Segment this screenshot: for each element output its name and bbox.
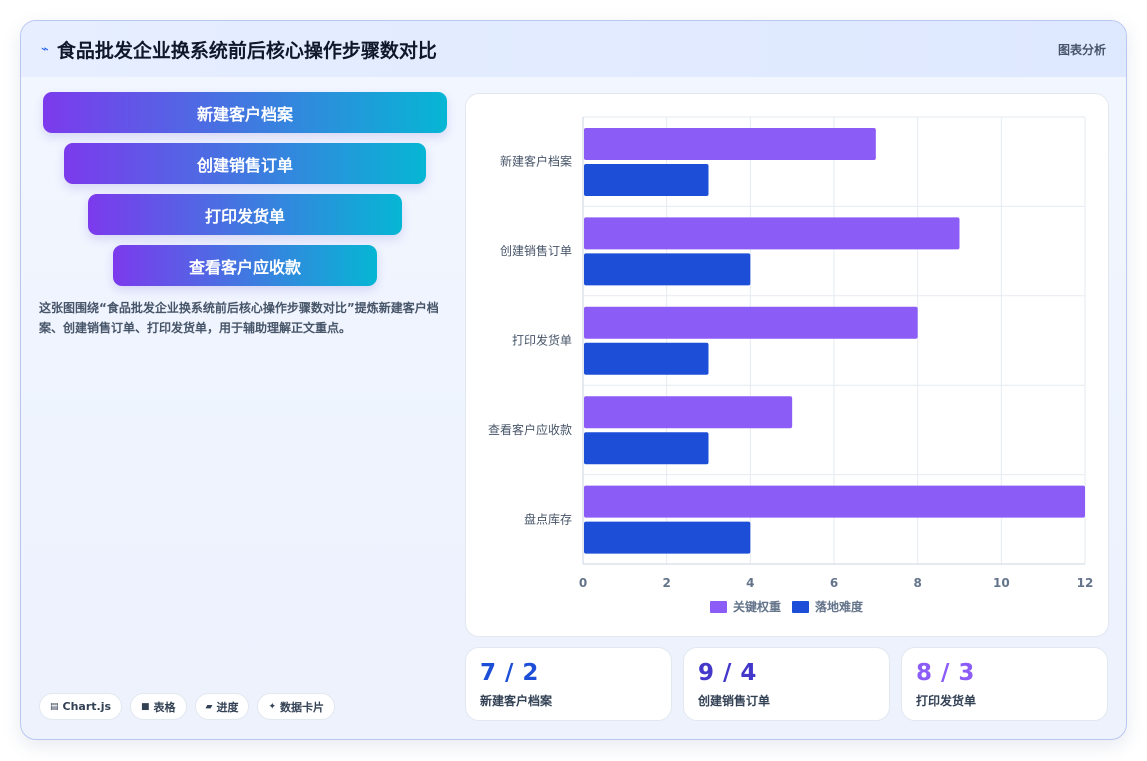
chip-label: Chart.js: [62, 700, 112, 713]
bar-difficulty: [584, 164, 709, 196]
stat-label: 打印发货单: [916, 694, 977, 708]
y-tick-label: 查看客户应收款: [488, 422, 572, 437]
header: ⌁ 食品批发企业换系统前后核心操作步骤数对比 图表分析: [21, 21, 1126, 77]
funnel-step-4[interactable]: 查看客户应收款: [113, 245, 377, 286]
stat-card-1: 7 / 2 新建客户档案: [465, 647, 672, 721]
chip-table[interactable]: ■ 表格: [130, 693, 187, 720]
bar-difficulty: [584, 342, 709, 375]
chip-chartjs[interactable]: ▤ Chart.js: [39, 693, 123, 720]
y-tick-label: 新建客户档案: [500, 154, 572, 169]
chart-analysis-tag[interactable]: 图表分析: [1058, 41, 1106, 58]
legend-swatch: [792, 601, 809, 613]
bar-chart: 0 2 4 6 8 10 12 新建客户档案创建销售订单打印发货单查看客户应收款盘点库存关键权…: [488, 116, 1094, 614]
chip-progress[interactable]: ▰ 进度: [194, 693, 250, 720]
stat-label: 创建销售订单: [698, 694, 771, 708]
x-tick-label: 4: [746, 576, 754, 590]
chip-row: ▤ Chart.js ■ 表格 ▰ 进度 ✦ 数据卡片: [39, 693, 336, 720]
stat-label: 新建客户档案: [480, 694, 553, 708]
progress-icon: ▰: [205, 701, 213, 712]
table-icon: ■: [141, 701, 150, 712]
chip-label: 进度: [216, 700, 239, 714]
chip-data-card[interactable]: ✦ 数据卡片: [257, 693, 336, 720]
x-tick-label: 2: [662, 576, 670, 590]
sparkle-icon: ✦: [268, 701, 277, 712]
bar-key-weight: [584, 396, 793, 429]
page-title: 食品批发企业换系统前后核心操作步骤数对比: [56, 39, 437, 62]
main-card: ⌁ 食品批发企业换系统前后核心操作步骤数对比 图表分析 新建客户档案 创建销售订…: [20, 20, 1127, 740]
funnel-step-3[interactable]: 打印发货单: [88, 194, 402, 235]
stat-card-3: 8 / 3 打印发货单: [901, 647, 1108, 721]
y-tick-label: 盘点库存: [524, 511, 572, 526]
stat-value: 8 / 3: [916, 660, 975, 686]
x-tick-label: 8: [913, 576, 921, 590]
chip-label: 表格: [153, 700, 176, 714]
x-tick-label: 12: [1077, 576, 1094, 590]
legend-label: 关键权重: [733, 599, 781, 614]
bar-key-weight: [584, 485, 1085, 518]
funnel-step-2[interactable]: 创建销售订单: [64, 143, 426, 184]
x-tick-label: 10: [993, 576, 1010, 590]
legend-label: 落地难度: [815, 599, 864, 614]
legend-swatch: [710, 601, 727, 613]
sparkline-icon: ⌁: [41, 41, 49, 57]
chart-panel: 0 2 4 6 8 10 12 新建客户档案 创建销售订单打印发货单查看客户应收款盘点库存关键权…: [465, 93, 1109, 637]
stat-value: 7 / 2: [480, 660, 539, 686]
bar-difficulty: [584, 253, 751, 286]
bar-difficulty: [584, 521, 751, 554]
y-tick-label: 打印发货单: [512, 333, 572, 348]
summary-text: 这张图围绕“食品批发企业换系统前后核心操作步骤数对比”提炼新建客户档案、创建销售…: [39, 301, 439, 335]
bar-key-weight: [584, 306, 918, 339]
stat-card-2: 9 / 4 创建销售订单: [683, 647, 890, 721]
bar-difficulty: [584, 432, 709, 465]
stat-value: 9 / 4: [698, 660, 757, 686]
chart-icon: ▤: [50, 701, 59, 712]
chip-label: 数据卡片: [280, 700, 325, 714]
funnel-step-1[interactable]: 新建客户档案: [43, 92, 447, 133]
x-tick-label: 0: [579, 576, 587, 590]
x-tick-label: 6: [830, 576, 838, 590]
y-tick-label: 创建销售订单: [500, 243, 572, 258]
bar-key-weight: [584, 217, 960, 250]
bar-key-weight: [584, 128, 876, 160]
